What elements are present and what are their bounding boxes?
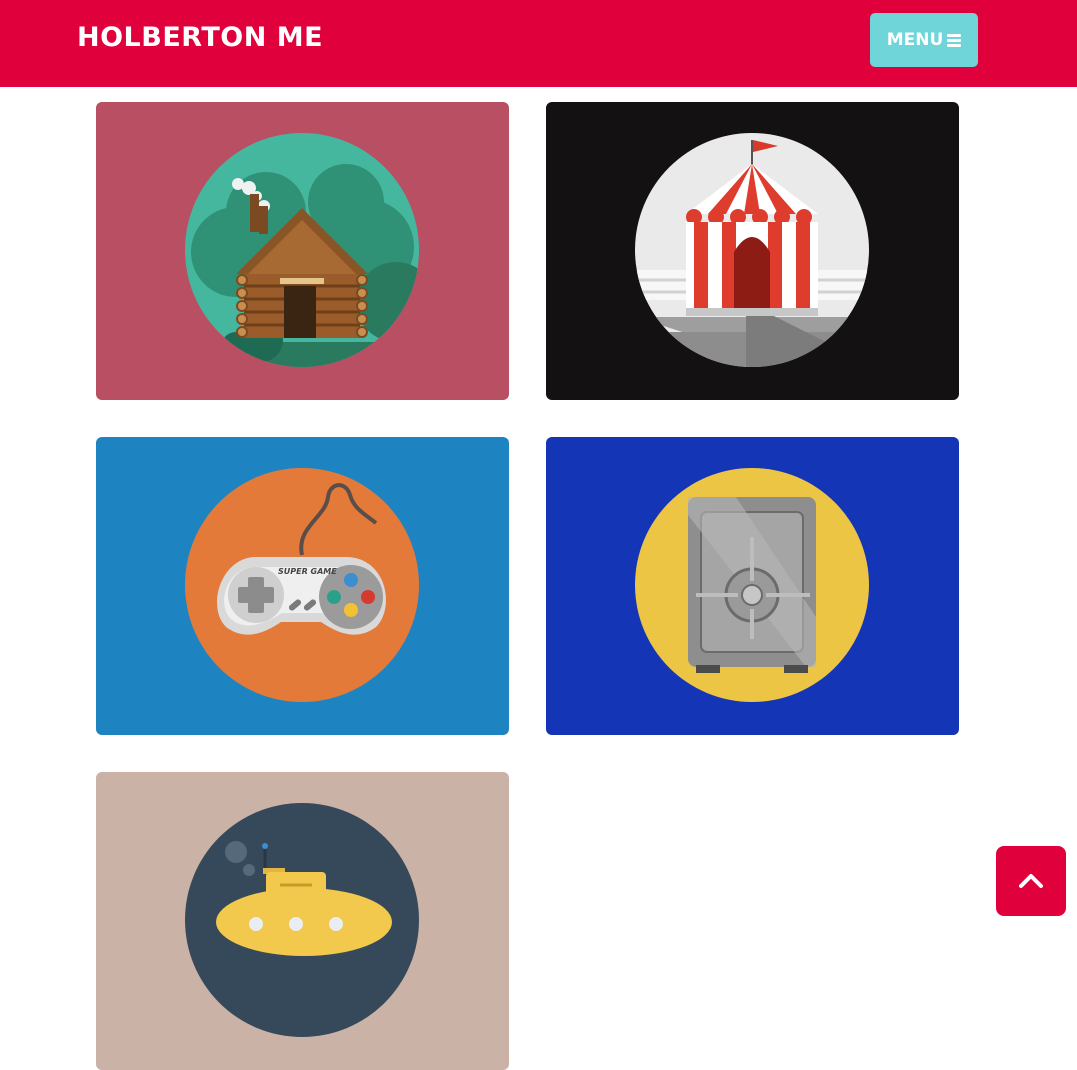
menu-label: MENU <box>886 30 944 50</box>
brand-logo-link[interactable]: HOLBERTON ME <box>77 22 323 53</box>
game-controller-icon: SUPER GAME <box>185 468 419 702</box>
chevron-up-icon <box>1019 874 1043 888</box>
hamburger-icon <box>947 33 962 47</box>
controller-label: SUPER GAME <box>278 567 337 576</box>
safe-icon <box>635 468 869 702</box>
log-cabin-icon <box>185 133 419 367</box>
portfolio-item-cabin[interactable] <box>96 102 509 400</box>
submarine-icon <box>185 803 419 1037</box>
back-to-top-button[interactable] <box>996 846 1066 916</box>
portfolio-item-circus[interactable] <box>546 102 959 400</box>
portfolio-item-controller[interactable]: SUPER GAME <box>96 437 509 735</box>
portfolio-item-safe[interactable] <box>546 437 959 735</box>
portfolio-item-submarine[interactable] <box>96 772 509 1070</box>
menu-button[interactable]: MENU <box>870 13 978 67</box>
circus-tent-icon <box>635 133 869 367</box>
navbar: HOLBERTON ME MENU <box>0 0 1077 87</box>
